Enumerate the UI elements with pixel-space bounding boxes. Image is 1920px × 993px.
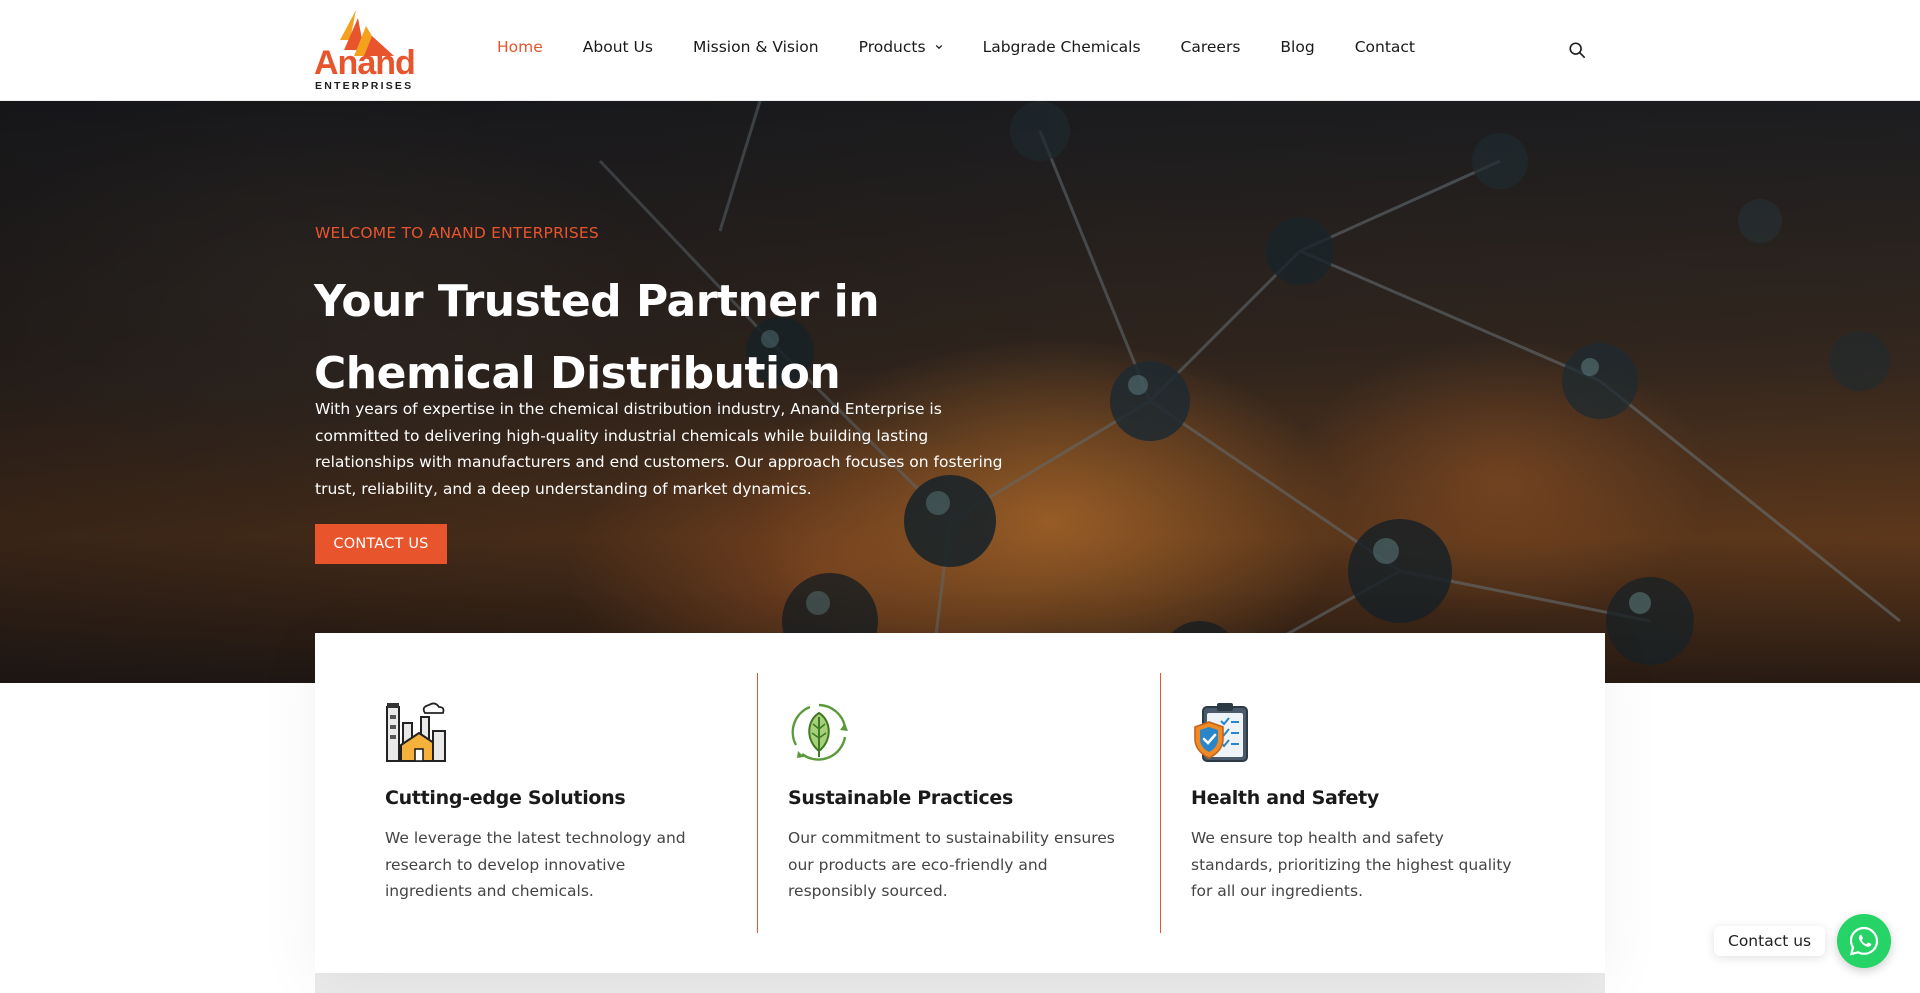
- search-icon[interactable]: [1568, 41, 1586, 59]
- nav-item-careers[interactable]: Careers: [1181, 38, 1241, 56]
- feature-description: We ensure top health and safety standard…: [1191, 829, 1512, 900]
- nav-item-labgrade-chemicals[interactable]: Labgrade Chemicals: [983, 38, 1141, 56]
- logo-wordmark: Anand: [314, 44, 416, 82]
- nav-item-blog[interactable]: Blog: [1280, 38, 1314, 56]
- hero-description: With years of expertise in the chemical …: [315, 400, 1003, 498]
- site-header: Anand ENTERPRISES Home About Us Mission …: [0, 0, 1920, 101]
- whatsapp-button[interactable]: [1837, 914, 1891, 968]
- feature-divider: [757, 673, 758, 933]
- nav-item-products[interactable]: Products: [859, 38, 943, 56]
- hero-title: Your Trusted Partner in Chemical Distrib…: [314, 276, 880, 399]
- feature-divider: [1160, 673, 1161, 933]
- feature-description: We leverage the latest technology and re…: [385, 829, 686, 900]
- feature-title: Health and Safety: [1191, 787, 1379, 809]
- site-logo[interactable]: Anand ENTERPRISES: [314, 10, 420, 92]
- nav-item-mission-vision[interactable]: Mission & Vision: [693, 38, 819, 56]
- floating-contact-label[interactable]: Contact us: [1714, 926, 1826, 956]
- whatsapp-icon: [1849, 926, 1879, 956]
- feature-description: Our commitment to sustainability ensures…: [788, 829, 1115, 900]
- nav-item-contact[interactable]: Contact: [1355, 38, 1415, 56]
- leaf-icon: [791, 703, 848, 761]
- logo-subtitle: ENTERPRISES: [315, 80, 414, 92]
- feature-title: Sustainable Practices: [788, 787, 1014, 809]
- hero-section: WELCOME TO ANAND ENTERPRISES Your Truste…: [0, 101, 1920, 683]
- next-section-strip: [315, 973, 1605, 993]
- hero-eyebrow: WELCOME TO ANAND ENTERPRISES: [315, 224, 599, 242]
- feature-title: Cutting-edge Solutions: [385, 787, 626, 809]
- nav-item-about-us[interactable]: About Us: [583, 38, 653, 56]
- nav-item-home[interactable]: Home: [497, 38, 543, 56]
- safety-checklist-icon: [1194, 703, 1248, 762]
- contact-us-button[interactable]: CONTACT US: [315, 524, 447, 564]
- main-nav: Home About Us Mission & Vision Products …: [497, 38, 1455, 56]
- factory-icon: [386, 702, 446, 762]
- chevron-down-icon: [935, 44, 942, 50]
- features-panel: Cutting-edge Solutions We leverage the l…: [315, 633, 1605, 973]
